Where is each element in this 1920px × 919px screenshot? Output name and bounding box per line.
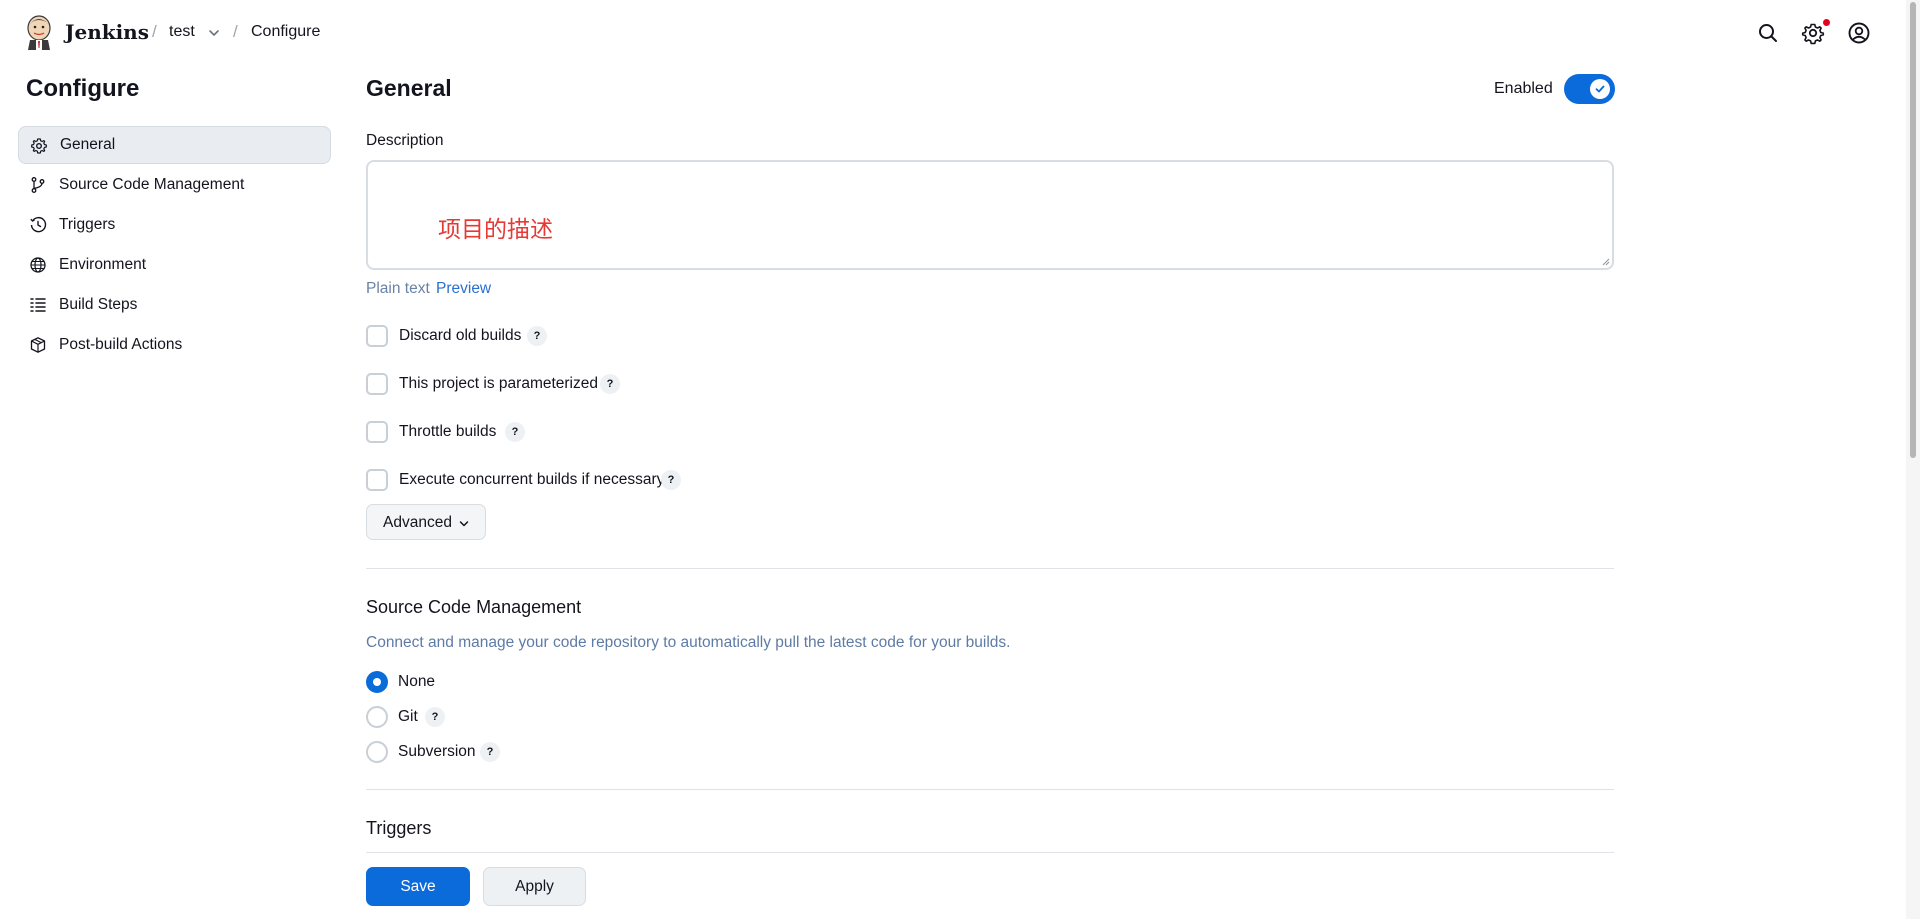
sidebar-item-general[interactable]: General bbox=[18, 126, 331, 164]
bottom-action-bar bbox=[0, 852, 1906, 919]
breadcrumb-separator: / bbox=[152, 22, 157, 41]
throttle-builds-label[interactable]: Throttle builds bbox=[399, 423, 496, 441]
section-title-scm: Source Code Management bbox=[366, 597, 582, 617]
description-value: 项目的描述 bbox=[438, 217, 553, 243]
description-textarea[interactable]: 项目的描述 bbox=[366, 160, 1614, 270]
parameterized-label[interactable]: This project is parameterized bbox=[399, 375, 598, 393]
scrollbar-thumb[interactable] bbox=[1910, 2, 1916, 458]
toggle-knob bbox=[1590, 79, 1610, 99]
section-divider bbox=[366, 789, 1614, 790]
breadcrumb-item-test[interactable]: test bbox=[169, 23, 195, 41]
plain-text-link[interactable]: Plain text bbox=[366, 280, 430, 298]
concurrent-builds-label[interactable]: Execute concurrent builds if necessary bbox=[399, 471, 664, 489]
help-icon[interactable]: ? bbox=[661, 470, 681, 490]
search-icon[interactable] bbox=[1755, 20, 1781, 46]
discard-old-builds-checkbox[interactable] bbox=[366, 325, 388, 347]
clock-icon bbox=[30, 216, 47, 233]
brand-name[interactable]: Jenkins bbox=[65, 20, 149, 44]
scm-git-radio[interactable] bbox=[366, 706, 388, 728]
sidebar-item-label: Build Steps bbox=[59, 296, 138, 313]
scm-none-label[interactable]: None bbox=[398, 673, 435, 691]
sidebar-item-label: Post-build Actions bbox=[59, 336, 183, 353]
package-icon bbox=[30, 337, 46, 353]
enabled-toggle[interactable] bbox=[1564, 74, 1615, 104]
throttle-builds-checkbox[interactable] bbox=[366, 421, 388, 443]
sidebar-item-label: Environment bbox=[59, 256, 147, 273]
section-divider bbox=[366, 568, 1614, 569]
discard-old-builds-label[interactable]: Discard old builds bbox=[399, 327, 521, 345]
notification-dot bbox=[1823, 19, 1830, 26]
globe-icon bbox=[30, 257, 46, 273]
parameterized-checkbox[interactable] bbox=[366, 373, 388, 395]
scrollbar[interactable] bbox=[1906, 0, 1920, 919]
scm-none-radio[interactable] bbox=[366, 671, 388, 693]
advanced-button[interactable]: Advanced bbox=[366, 504, 486, 540]
top-bar: Jenkins / test / Configure bbox=[0, 0, 1906, 66]
sidebar-item-post-build-actions[interactable]: Post-build Actions bbox=[18, 326, 331, 364]
section-title-general: General bbox=[366, 75, 452, 101]
sidebar-item-triggers[interactable]: Triggers bbox=[18, 206, 331, 244]
scm-description: Connect and manage your code repository … bbox=[366, 634, 1011, 651]
enabled-label: Enabled bbox=[1494, 80, 1553, 97]
sidebar-item-label: Triggers bbox=[59, 216, 116, 233]
scm-git-label[interactable]: Git bbox=[398, 708, 418, 726]
bottom-bar-divider bbox=[366, 852, 1614, 853]
breadcrumb-separator: / bbox=[233, 22, 238, 41]
sidebar-item-environment[interactable]: Environment bbox=[18, 246, 331, 284]
scm-subversion-label[interactable]: Subversion bbox=[398, 743, 476, 761]
sidebar-title: Configure bbox=[26, 75, 140, 102]
sidebar-item-source-code-management[interactable]: Source Code Management bbox=[18, 166, 331, 204]
advanced-label: Advanced bbox=[383, 514, 452, 531]
sidebar-item-label: Source Code Management bbox=[59, 176, 245, 193]
sidebar-item-label: General bbox=[60, 136, 116, 153]
apply-label: Apply bbox=[515, 878, 554, 895]
help-icon[interactable]: ? bbox=[480, 742, 500, 762]
save-button[interactable]: Save bbox=[366, 867, 470, 906]
chevron-down-icon bbox=[459, 521, 469, 527]
save-label: Save bbox=[400, 878, 436, 895]
jenkins-logo[interactable] bbox=[24, 14, 54, 50]
check-icon bbox=[1595, 85, 1605, 93]
description-label: Description bbox=[366, 132, 444, 149]
breadcrumb-item-configure[interactable]: Configure bbox=[251, 23, 320, 41]
chevron-down-icon[interactable] bbox=[207, 26, 221, 40]
concurrent-builds-checkbox[interactable] bbox=[366, 469, 388, 491]
help-icon[interactable]: ? bbox=[527, 326, 547, 346]
list-icon bbox=[30, 298, 46, 312]
sidebar-item-build-steps[interactable]: Build Steps bbox=[18, 286, 331, 324]
user-icon[interactable] bbox=[1846, 20, 1872, 46]
branch-icon bbox=[31, 177, 45, 193]
apply-button[interactable]: Apply bbox=[483, 867, 586, 906]
help-icon[interactable]: ? bbox=[505, 422, 525, 442]
settings-icon[interactable] bbox=[1800, 20, 1826, 46]
help-icon[interactable]: ? bbox=[425, 707, 445, 727]
help-icon[interactable]: ? bbox=[600, 374, 620, 394]
resize-grip-icon[interactable] bbox=[1600, 256, 1610, 266]
gear-icon bbox=[31, 138, 47, 154]
scm-subversion-radio[interactable] bbox=[366, 741, 388, 763]
preview-link[interactable]: Preview bbox=[436, 280, 491, 298]
section-title-triggers: Triggers bbox=[366, 818, 432, 838]
